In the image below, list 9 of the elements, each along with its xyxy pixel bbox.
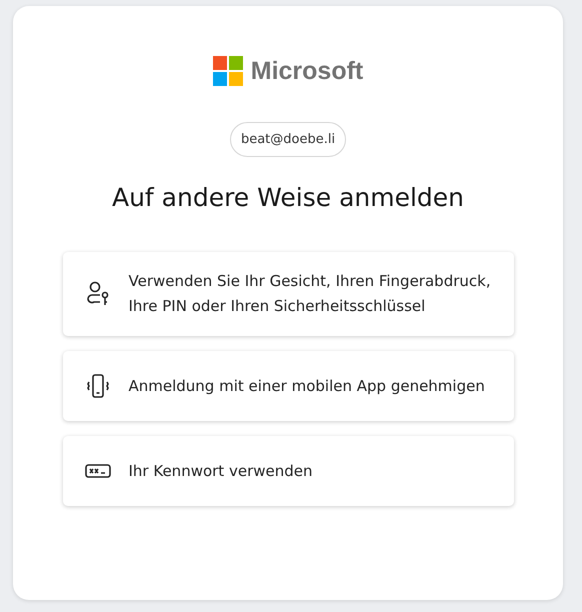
phone-vibrate-icon: [84, 373, 110, 399]
page-title: Auf andere Weise anmelden: [112, 183, 464, 212]
person-key-icon: [84, 281, 110, 307]
account-email[interactable]: beat@doebe.li: [230, 122, 346, 157]
brand-name: Microsoft: [250, 56, 364, 86]
sign-in-option[interactable]: Ihr Kennwort verwenden: [62, 436, 514, 506]
sign-in-option[interactable]: Verwenden Sie Ihr Gesicht, Ihren Fingerabdruck, Ihre PIN oder Ihren Sicherheitsschlüssel: [62, 252, 514, 336]
sign-in-option[interactable]: Anmeldung mit einer mobilen App genehmigen: [62, 351, 514, 421]
logo-icon: [212, 56, 243, 86]
